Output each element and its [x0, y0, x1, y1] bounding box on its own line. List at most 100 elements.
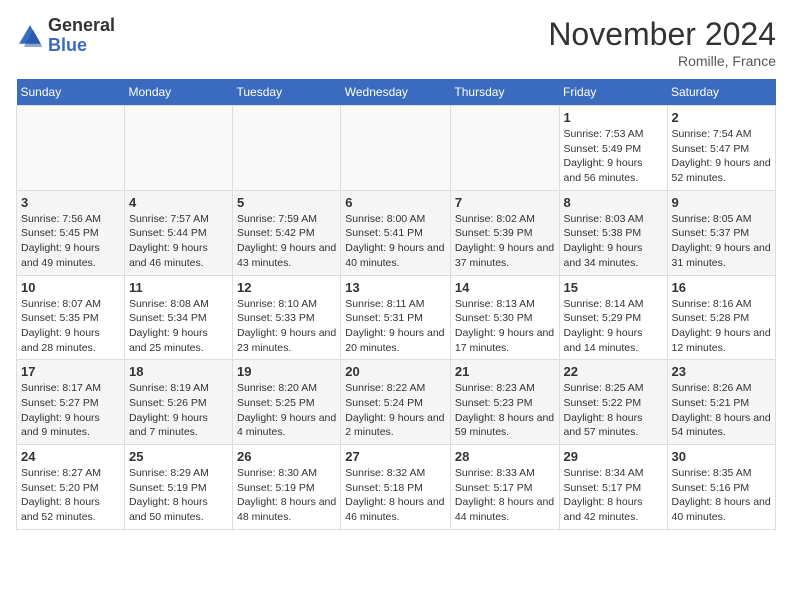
calendar-cell: 5Sunrise: 7:59 AM Sunset: 5:42 PM Daylig…	[233, 190, 341, 275]
day-number: 24	[21, 449, 120, 464]
day-number: 30	[672, 449, 772, 464]
title-area: November 2024 Romille, France	[548, 16, 776, 69]
day-number: 12	[237, 280, 336, 295]
calendar-cell: 7 Sunrise: 8:02 AM Sunset: 5:39 PM Daylig…	[450, 190, 559, 275]
calendar-cell: 2Sunrise: 7:54 AM Sunset: 5:47 PM Daylig…	[667, 106, 776, 191]
weekday-header-thursday: Thursday	[450, 79, 559, 106]
calendar-cell: 30 Sunrise: 8:35 AM Sunset: 5:16 PM Dayli…	[667, 445, 776, 530]
calendar-week-5: 24 Sunrise: 8:27 AM Sunset: 5:20 PM Dayli…	[17, 445, 776, 530]
weekday-header-tuesday: Tuesday	[233, 79, 341, 106]
weekday-header-friday: Friday	[559, 79, 667, 106]
day-info: Sunrise: 7:59 AM Sunset: 5:42 PM Dayligh…	[237, 212, 336, 271]
calendar-cell: 15Sunrise: 8:14 AM Sunset: 5:29 PM Dayli…	[559, 275, 667, 360]
day-number: 3	[21, 195, 120, 210]
calendar-cell	[450, 106, 559, 191]
day-info: Sunrise: 8:03 AM Sunset: 5:38 PM Dayligh…	[564, 212, 663, 271]
calendar-cell: 8 Sunrise: 8:03 AM Sunset: 5:38 PM Daylig…	[559, 190, 667, 275]
day-info: Sunrise: 8:00 AM Sunset: 5:41 PM Dayligh…	[345, 212, 446, 271]
day-info: Sunrise: 8:13 AM Sunset: 5:30 PM Dayligh…	[455, 297, 555, 356]
day-info: Sunrise: 8:17 AM Sunset: 5:27 PM Dayligh…	[21, 381, 120, 440]
calendar-cell	[233, 106, 341, 191]
weekday-header-sunday: Sunday	[17, 79, 125, 106]
logo-blue-text: Blue	[48, 35, 87, 55]
day-info: Sunrise: 8:10 AM Sunset: 5:33 PM Dayligh…	[237, 297, 336, 356]
day-info: Sunrise: 8:14 AM Sunset: 5:29 PM Dayligh…	[564, 297, 663, 356]
day-info: Sunrise: 8:07 AM Sunset: 5:35 PM Dayligh…	[21, 297, 120, 356]
day-info: Sunrise: 8:33 AM Sunset: 5:17 PM Dayligh…	[455, 466, 555, 525]
calendar-week-3: 10Sunrise: 8:07 AM Sunset: 5:35 PM Dayli…	[17, 275, 776, 360]
calendar-cell: 13Sunrise: 8:11 AM Sunset: 5:31 PM Dayli…	[341, 275, 451, 360]
day-info: Sunrise: 8:08 AM Sunset: 5:34 PM Dayligh…	[129, 297, 228, 356]
header: General Blue November 2024 Romille, Fran…	[16, 16, 776, 69]
weekday-header-monday: Monday	[124, 79, 232, 106]
day-number: 22	[564, 364, 663, 379]
month-title: November 2024	[548, 16, 776, 53]
day-info: Sunrise: 8:27 AM Sunset: 5:20 PM Dayligh…	[21, 466, 120, 525]
day-info: Sunrise: 8:02 AM Sunset: 5:39 PM Dayligh…	[455, 212, 555, 271]
calendar-cell: 14 Sunrise: 8:13 AM Sunset: 5:30 PM Dayli…	[450, 275, 559, 360]
day-number: 14	[455, 280, 555, 295]
day-info: Sunrise: 8:11 AM Sunset: 5:31 PM Dayligh…	[345, 297, 446, 356]
calendar-cell	[124, 106, 232, 191]
weekday-header-row: SundayMondayTuesdayWednesdayThursdayFrid…	[17, 79, 776, 106]
day-number: 4	[129, 195, 228, 210]
day-info: Sunrise: 8:19 AM Sunset: 5:26 PM Dayligh…	[129, 381, 228, 440]
day-info: Sunrise: 8:25 AM Sunset: 5:22 PM Dayligh…	[564, 381, 663, 440]
calendar-cell	[17, 106, 125, 191]
day-number: 29	[564, 449, 663, 464]
calendar-cell: 23 Sunrise: 8:26 AM Sunset: 5:21 PM Dayli…	[667, 360, 776, 445]
day-number: 8	[564, 195, 663, 210]
day-number: 25	[129, 449, 228, 464]
calendar-table: SundayMondayTuesdayWednesdayThursdayFrid…	[16, 79, 776, 530]
calendar-cell: 1Sunrise: 7:53 AM Sunset: 5:49 PM Daylig…	[559, 106, 667, 191]
day-number: 21	[455, 364, 555, 379]
day-number: 11	[129, 280, 228, 295]
calendar-cell: 9Sunrise: 8:05 AM Sunset: 5:37 PM Daylig…	[667, 190, 776, 275]
calendar-cell: 28 Sunrise: 8:33 AM Sunset: 5:17 PM Dayli…	[450, 445, 559, 530]
day-number: 6	[345, 195, 446, 210]
day-number: 9	[672, 195, 772, 210]
logo: General Blue	[16, 16, 115, 56]
day-info: Sunrise: 8:32 AM Sunset: 5:18 PM Dayligh…	[345, 466, 446, 525]
calendar-cell: 4 Sunrise: 7:57 AM Sunset: 5:44 PM Daylig…	[124, 190, 232, 275]
calendar-cell: 21 Sunrise: 8:23 AM Sunset: 5:23 PM Dayli…	[450, 360, 559, 445]
day-number: 18	[129, 364, 228, 379]
day-number: 20	[345, 364, 446, 379]
calendar-cell: 22 Sunrise: 8:25 AM Sunset: 5:22 PM Dayli…	[559, 360, 667, 445]
day-info: Sunrise: 7:53 AM Sunset: 5:49 PM Dayligh…	[564, 127, 663, 186]
weekday-header-saturday: Saturday	[667, 79, 776, 106]
day-info: Sunrise: 8:26 AM Sunset: 5:21 PM Dayligh…	[672, 381, 772, 440]
day-number: 2	[672, 110, 772, 125]
calendar-cell: 19Sunrise: 8:20 AM Sunset: 5:25 PM Dayli…	[233, 360, 341, 445]
weekday-header-wednesday: Wednesday	[341, 79, 451, 106]
calendar-cell: 18 Sunrise: 8:19 AM Sunset: 5:26 PM Dayli…	[124, 360, 232, 445]
calendar-cell: 25 Sunrise: 8:29 AM Sunset: 5:19 PM Dayli…	[124, 445, 232, 530]
day-info: Sunrise: 8:23 AM Sunset: 5:23 PM Dayligh…	[455, 381, 555, 440]
calendar-cell: 20Sunrise: 8:22 AM Sunset: 5:24 PM Dayli…	[341, 360, 451, 445]
day-number: 16	[672, 280, 772, 295]
day-info: Sunrise: 7:57 AM Sunset: 5:44 PM Dayligh…	[129, 212, 228, 271]
calendar-cell: 17 Sunrise: 8:17 AM Sunset: 5:27 PM Dayli…	[17, 360, 125, 445]
calendar-week-2: 3 Sunrise: 7:56 AM Sunset: 5:45 PM Daylig…	[17, 190, 776, 275]
day-number: 7	[455, 195, 555, 210]
calendar-cell: 12 Sunrise: 8:10 AM Sunset: 5:33 PM Dayli…	[233, 275, 341, 360]
day-number: 26	[237, 449, 336, 464]
calendar-cell: 6 Sunrise: 8:00 AM Sunset: 5:41 PM Daylig…	[341, 190, 451, 275]
calendar-cell: 26 Sunrise: 8:30 AM Sunset: 5:19 PM Dayli…	[233, 445, 341, 530]
day-info: Sunrise: 8:35 AM Sunset: 5:16 PM Dayligh…	[672, 466, 772, 525]
logo-general-text: General	[48, 15, 115, 35]
calendar-cell	[341, 106, 451, 191]
location: Romille, France	[548, 53, 776, 69]
calendar-week-1: 1Sunrise: 7:53 AM Sunset: 5:49 PM Daylig…	[17, 106, 776, 191]
day-number: 28	[455, 449, 555, 464]
day-info: Sunrise: 8:30 AM Sunset: 5:19 PM Dayligh…	[237, 466, 336, 525]
day-number: 23	[672, 364, 772, 379]
day-number: 17	[21, 364, 120, 379]
day-info: Sunrise: 8:34 AM Sunset: 5:17 PM Dayligh…	[564, 466, 663, 525]
day-info: Sunrise: 7:56 AM Sunset: 5:45 PM Dayligh…	[21, 212, 120, 271]
calendar-cell: 3 Sunrise: 7:56 AM Sunset: 5:45 PM Daylig…	[17, 190, 125, 275]
calendar-cell: 24 Sunrise: 8:27 AM Sunset: 5:20 PM Dayli…	[17, 445, 125, 530]
calendar-cell: 27Sunrise: 8:32 AM Sunset: 5:18 PM Dayli…	[341, 445, 451, 530]
logo-icon	[16, 22, 44, 50]
day-info: Sunrise: 8:29 AM Sunset: 5:19 PM Dayligh…	[129, 466, 228, 525]
